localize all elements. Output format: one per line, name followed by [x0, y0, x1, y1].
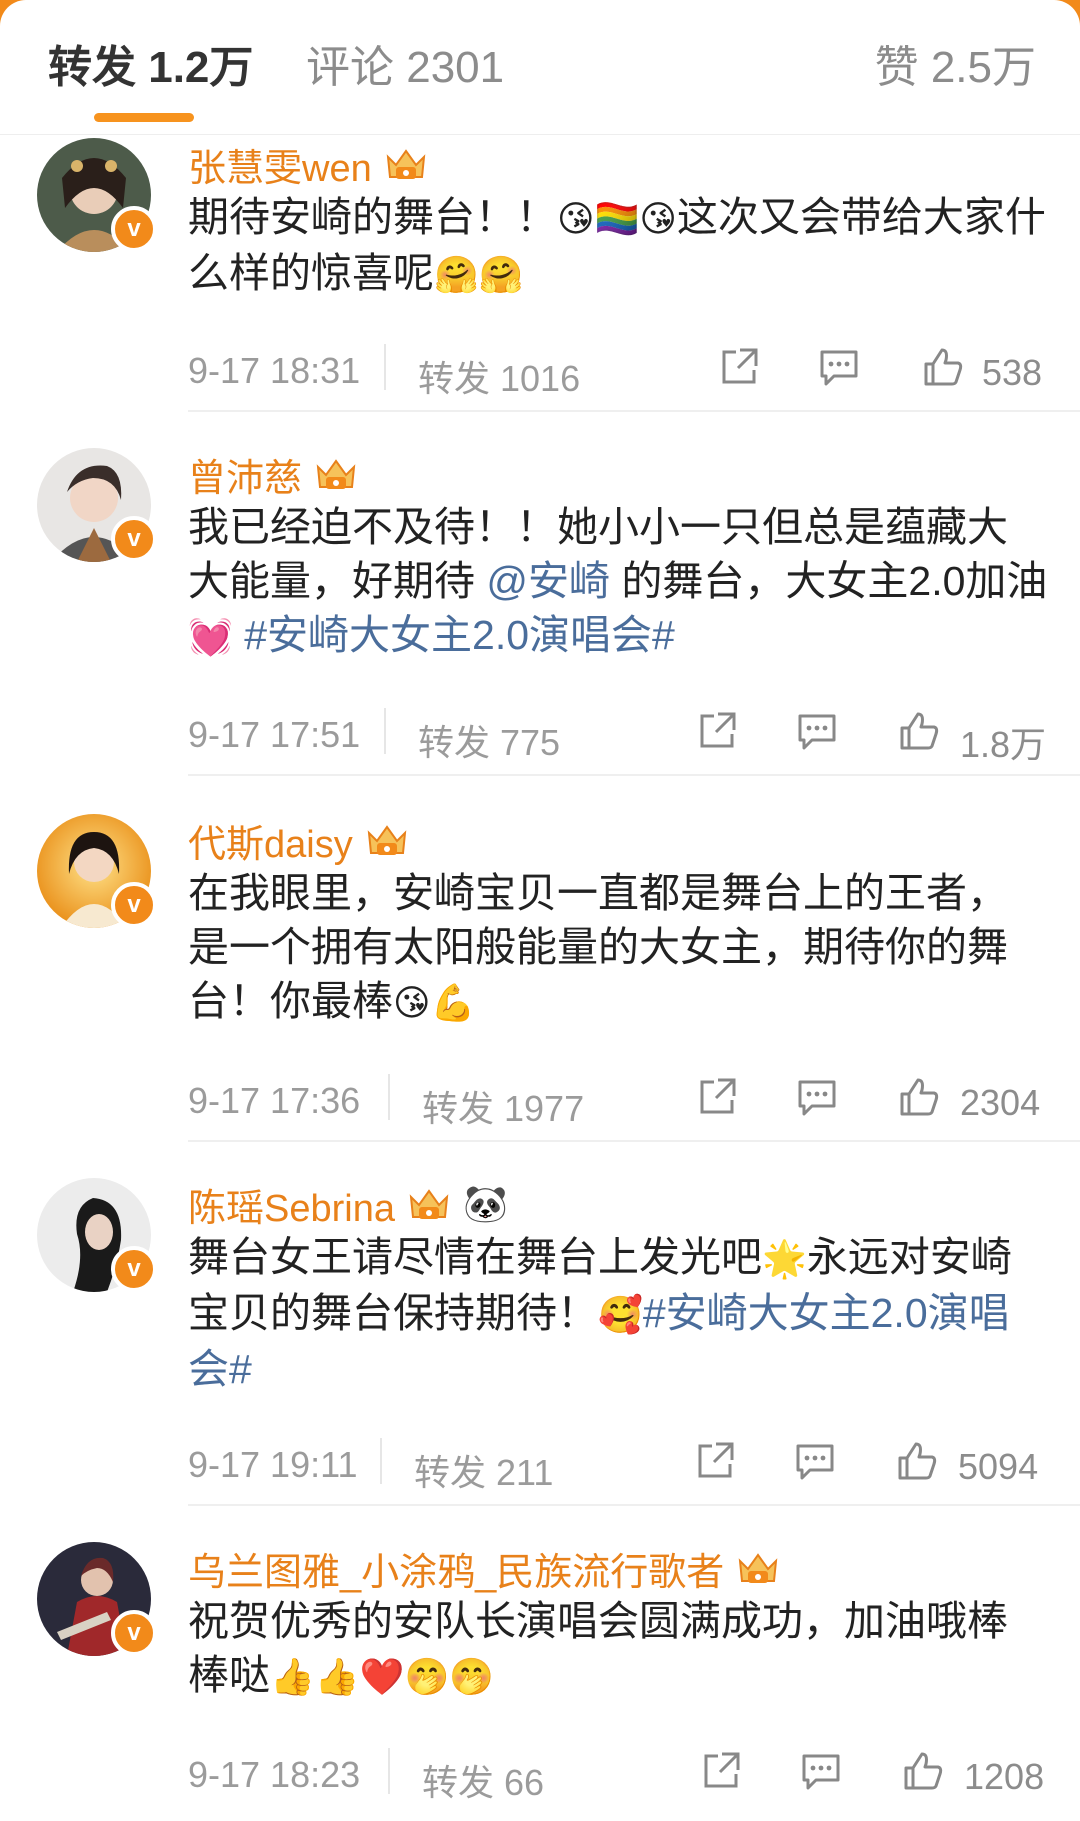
divider — [188, 1140, 1080, 1142]
divider — [388, 1748, 390, 1794]
like-icon[interactable] — [894, 1438, 940, 1484]
comments-sheet: 转发 1.2万 评论 2301 赞 2.5万 v 张慧雯wen 期待安崎的舞台！… — [0, 0, 1080, 1821]
avatar[interactable]: v — [37, 138, 157, 252]
comment-icon[interactable] — [798, 1748, 844, 1794]
emoji: 🌟 — [762, 1238, 807, 1279]
timestamp: 9-17 19:11 — [188, 1444, 358, 1485]
like-icon[interactable] — [896, 708, 942, 754]
avatar[interactable]: v — [37, 1178, 157, 1292]
avatar[interactable]: v — [37, 1542, 157, 1656]
emoji: 🤗🤗 — [434, 254, 524, 295]
comment-text: 祝贺优秀的安队长演唱会圆满成功，加油哦棒棒哒👍👍❤️🤭🤭 — [188, 1598, 1008, 1698]
comment-item: v 乌兰图雅_小涂鸦_民族流行歌者 祝贺优秀的安队长演唱会圆满成功，加油哦棒棒哒… — [0, 1528, 1080, 1821]
crown-badge-icon — [386, 149, 425, 179]
timestamp: 9-17 17:36 — [188, 1080, 361, 1121]
verified-v-icon: v — [111, 206, 157, 252]
timestamp: 9-17 18:31 — [188, 350, 361, 391]
divider — [188, 774, 1080, 776]
active-tab-indicator — [94, 113, 194, 122]
comment-icon[interactable] — [816, 344, 862, 390]
like-count: 1208 — [964, 1756, 1045, 1797]
repost-icon[interactable] — [692, 1438, 738, 1484]
divider — [380, 1438, 382, 1484]
comment-meta: 9-17 17:51 转发 775 1.8万 — [188, 704, 1048, 765]
comment-meta: 9-17 18:23 转发 66 1208 — [188, 1744, 1048, 1804]
comment-icon[interactable] — [794, 708, 840, 754]
like-icon[interactable] — [900, 1748, 946, 1794]
username[interactable]: 曾沛慈 — [188, 447, 302, 502]
comment-item: v 陈瑶Sebrina 🐼 舞台女王请尽情在舞台上发光吧🌟永远对安崎宝贝的舞台保… — [0, 1164, 1080, 1508]
repost-icon[interactable] — [694, 1074, 740, 1120]
crown-badge-icon — [409, 1189, 449, 1219]
panda-badge-icon: 🐼 — [462, 1183, 508, 1224]
verified-v-icon: v — [111, 1246, 157, 1292]
repost-count: 转发 1016 — [418, 358, 581, 399]
repost-count: 转发 66 — [422, 1762, 545, 1803]
emoji: 💓 — [188, 616, 233, 657]
tab-bar: 转发 1.2万 评论 2301 赞 2.5万 — [0, 0, 1080, 135]
hashtag-link[interactable]: #安崎大女主2.0演唱会# — [233, 612, 675, 658]
emoji: 🥰 — [598, 1294, 643, 1335]
verified-v-icon: v — [111, 1610, 157, 1656]
comment-item: v 张慧雯wen 期待安崎的舞台！！😘🏳️‍🌈😘这次又会带给大家什么样的惊喜呢🤗… — [0, 124, 1080, 414]
repost-count: 转发 211 — [414, 1452, 554, 1493]
verified-v-icon: v — [111, 516, 157, 562]
comment-icon[interactable] — [792, 1438, 838, 1484]
like-icon[interactable] — [896, 1074, 942, 1120]
repost-icon[interactable] — [716, 344, 762, 390]
tab-like[interactable]: 赞 2.5万 — [875, 38, 1036, 98]
tab-repost[interactable]: 转发 1.2万 — [48, 38, 253, 98]
comment-meta: 9-17 17:36 转发 1977 2304 — [188, 1070, 1048, 1130]
like-icon[interactable] — [920, 344, 966, 390]
repost-count: 转发 1977 — [422, 1088, 585, 1129]
comment-icon[interactable] — [794, 1074, 840, 1120]
emoji: 👍👍❤️🤭🤭 — [270, 1656, 495, 1697]
comment-text: 舞台女王请尽情在舞台上发光吧🌟永远对安崎宝贝的舞台保持期待！🥰#安崎大女主2.0… — [188, 1234, 1012, 1392]
like-count: 5094 — [958, 1446, 1039, 1487]
divider — [384, 344, 386, 390]
crown-badge-icon — [739, 1553, 778, 1583]
repost-count: 转发 775 — [418, 722, 561, 763]
comment-meta: 9-17 19:11 转发 211 5094 — [188, 1434, 1048, 1494]
comment-meta: 9-17 18:31 转发 1016 538 — [188, 340, 1048, 400]
repost-icon[interactable] — [698, 1748, 744, 1794]
divider — [388, 1074, 390, 1120]
username[interactable]: 张慧雯wen — [188, 137, 372, 192]
username[interactable]: 乌兰图雅_小涂鸦_民族流行歌者 — [188, 1541, 724, 1596]
verified-v-icon: v — [111, 882, 157, 928]
emoji: 😘💪 — [393, 982, 476, 1023]
comment-text: 我已经迫不及待！！她小小一只但总是蕴藏大大能量，好期待 @安崎 的舞台，大女主2… — [188, 504, 1048, 658]
like-count: 1.8万 — [960, 724, 1047, 765]
comment-text: 期待安崎的舞台！！😘🏳️‍🌈😘这次又会带给大家什么样的惊喜呢🤗🤗 — [188, 194, 1046, 296]
username[interactable]: 代斯daisy — [188, 813, 353, 868]
tab-comment[interactable]: 评论 2301 — [306, 38, 504, 98]
timestamp: 9-17 17:51 — [188, 714, 361, 755]
username[interactable]: 陈瑶Sebrina — [188, 1177, 395, 1232]
crown-badge-icon — [316, 459, 356, 489]
crown-badge-icon — [367, 825, 406, 855]
comment-item: v 代斯daisy 在我眼里，安崎宝贝一直都是舞台上的王者，是一个拥有太阳般能量… — [0, 800, 1080, 1144]
repost-icon[interactable] — [694, 708, 740, 754]
comment-item: v 曾沛慈 我已经迫不及待！！她小小一只但总是蕴藏大大能量，好期待 @安崎 的舞… — [0, 434, 1080, 778]
mention-link[interactable]: @安崎 — [486, 558, 610, 604]
divider — [188, 1504, 1080, 1506]
avatar[interactable]: v — [37, 448, 157, 562]
like-count: 2304 — [960, 1082, 1041, 1123]
avatar[interactable]: v — [37, 814, 157, 928]
divider — [188, 410, 1080, 412]
emoji: 😘🏳️‍🌈😘 — [557, 198, 677, 239]
divider — [384, 708, 386, 754]
like-count: 538 — [982, 352, 1043, 393]
timestamp: 9-17 18:23 — [188, 1754, 361, 1795]
comment-text: 在我眼里，安崎宝贝一直都是舞台上的王者，是一个拥有太阳般能量的大女主，期待你的舞… — [188, 870, 1008, 1024]
